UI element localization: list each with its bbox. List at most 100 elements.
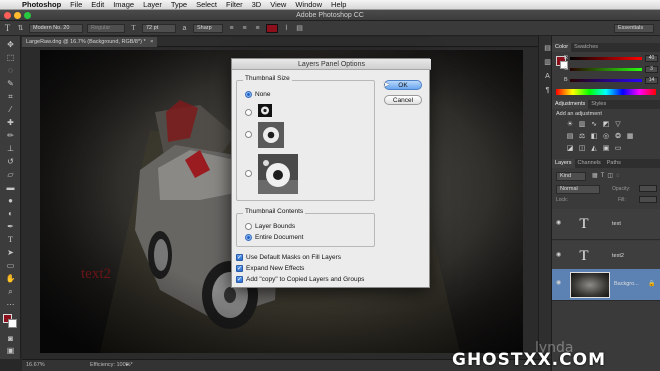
zoom-window-button[interactable] (24, 12, 31, 19)
tab-paths[interactable]: Paths (604, 159, 624, 168)
clone-stamp-tool-icon[interactable]: ⊥ (4, 144, 17, 154)
tab-styles[interactable]: Styles (588, 100, 609, 109)
curves-icon[interactable]: ∿ (590, 121, 598, 129)
antialias-select[interactable]: Sharp (193, 23, 223, 33)
align-center-icon[interactable]: ≡ (240, 24, 249, 33)
move-tool-icon[interactable]: ✥ (4, 40, 17, 50)
levels-icon[interactable]: ▥ (578, 121, 586, 129)
menu-select[interactable]: Select (196, 0, 217, 9)
selective-color-icon[interactable]: ▣ (602, 145, 610, 153)
eyedropper-tool-icon[interactable]: ⁄ (4, 105, 17, 115)
invert-icon[interactable]: ◪ (566, 145, 574, 153)
font-style-select[interactable]: Regular (87, 23, 125, 33)
crop-tool-icon[interactable]: ⌗ (4, 92, 17, 102)
align-right-icon[interactable]: ≡ (253, 24, 262, 33)
healing-brush-tool-icon[interactable]: ✚ (4, 118, 17, 128)
brush-tool-icon[interactable]: ✏ (4, 131, 17, 141)
type-tool-icon[interactable]: T (4, 235, 17, 245)
tab-color[interactable]: Color (552, 43, 572, 52)
visibility-eye-icon[interactable]: ◉ (556, 220, 563, 227)
color-spectrum-bar[interactable] (556, 89, 656, 95)
thumbnail-none-radio[interactable] (245, 91, 252, 98)
thumbnail-none-label[interactable]: None (255, 91, 271, 98)
shape-tool-icon[interactable]: ▭ (4, 261, 17, 271)
menu-image[interactable]: Image (113, 0, 134, 9)
history-brush-tool-icon[interactable]: ↺ (4, 157, 17, 167)
canvas-text-layer[interactable]: text2 (81, 266, 111, 283)
font-size-select[interactable]: 72 pt (142, 23, 176, 33)
layer-bounds-label[interactable]: Layer Bounds (255, 223, 295, 230)
thumbnail-large-radio[interactable] (245, 170, 252, 177)
brightness-contrast-icon[interactable]: ☀ (566, 121, 574, 129)
blue-value[interactable]: 14 (645, 77, 658, 84)
tab-swatches[interactable]: Swatches (571, 43, 601, 52)
channel-mixer-icon[interactable]: ❂ (614, 133, 622, 141)
eraser-tool-icon[interactable]: ▱ (4, 170, 17, 180)
cancel-button[interactable]: Cancel (384, 95, 422, 105)
menu-edit[interactable]: Edit (91, 0, 104, 9)
hue-saturation-icon[interactable]: ▤ (566, 133, 574, 141)
zoom-level[interactable]: 16.67% (26, 360, 45, 371)
layer-name[interactable]: text (612, 221, 621, 227)
add-copy-label[interactable]: Add "copy" to Copied Layers and Groups (246, 276, 364, 283)
use-default-masks-label[interactable]: Use Default Masks on Fill Layers (246, 254, 341, 261)
red-value[interactable]: 40 (645, 55, 658, 62)
dodge-tool-icon[interactable]: ◐ (4, 209, 17, 219)
color-balance-icon[interactable]: ⚖ (578, 133, 586, 141)
path-selection-tool-icon[interactable]: ➤ (4, 248, 17, 258)
visibility-eye-icon[interactable]: ◉ (556, 252, 563, 259)
close-tab-icon[interactable]: × (150, 39, 153, 45)
entire-document-radio[interactable] (245, 234, 252, 241)
visibility-eye-icon[interactable]: ◉ (556, 280, 563, 287)
tab-channels[interactable]: Channels (575, 159, 604, 168)
document-tab[interactable]: LargeRaw.dng @ 16.7% (Background, RGB/8*… (22, 37, 158, 47)
threshold-icon[interactable]: ◭ (590, 145, 598, 153)
expand-new-effects-label[interactable]: Expand New Effects (246, 265, 304, 272)
lasso-tool-icon[interactable]: ◌ (4, 66, 17, 76)
thumbnail-small-radio[interactable] (245, 109, 252, 116)
menu-file[interactable]: File (70, 0, 82, 9)
red-slider[interactable] (570, 57, 642, 60)
blue-slider[interactable] (570, 79, 642, 82)
fill-field[interactable] (639, 196, 657, 203)
opacity-field[interactable] (639, 185, 657, 192)
gradient-map-icon[interactable]: ▭ (614, 145, 622, 153)
menu-window[interactable]: Window (295, 0, 322, 9)
layer-filter-icons[interactable]: ▦T◫◌ (592, 172, 623, 179)
warp-text-icon[interactable]: ⌇ (282, 24, 291, 33)
posterize-icon[interactable]: ◫ (578, 145, 586, 153)
layer-row-text2[interactable]: ◉ T text2 (552, 241, 660, 272)
blend-mode-select[interactable]: Normal (556, 185, 600, 194)
pen-tool-icon[interactable]: ✒ (4, 222, 17, 232)
status-menu-arrow-icon[interactable]: ▸ (126, 360, 129, 371)
layer-row-text[interactable]: ◉ T text (552, 209, 660, 240)
marquee-tool-icon[interactable]: ⬚ (4, 53, 17, 63)
font-family-select[interactable]: Modern No. 20 (29, 23, 83, 33)
layer-row-background[interactable]: ◉ Backgro... 🔒 (552, 269, 660, 301)
more-tools-icon[interactable]: ⋯ (4, 300, 17, 310)
menu-type[interactable]: Type (171, 0, 187, 9)
entire-document-label[interactable]: Entire Document (255, 234, 303, 241)
zoom-tool-icon[interactable]: ⌕ (4, 287, 17, 297)
add-copy-checkbox[interactable]: ✓ (236, 276, 243, 283)
workspace-select[interactable]: Essentials (614, 23, 654, 33)
type-tool-preset-icon[interactable]: T (3, 23, 12, 33)
blur-tool-icon[interactable]: ● (4, 196, 17, 206)
menu-3d[interactable]: 3D (252, 0, 262, 9)
text-orientation-icon[interactable]: ⇅ (16, 24, 25, 33)
character-panel-icon[interactable]: ▤ (295, 24, 304, 33)
menu-layer[interactable]: Layer (143, 0, 162, 9)
quick-mask-icon[interactable]: ◙ (4, 334, 17, 344)
green-slider[interactable] (570, 68, 642, 71)
layer-name[interactable]: Backgro... (614, 281, 639, 287)
photo-filter-icon[interactable]: ◎ (602, 133, 610, 141)
text-color-swatch[interactable] (266, 23, 278, 33)
menu-help[interactable]: Help (331, 0, 346, 9)
layer-filter-select[interactable]: Kind (556, 172, 586, 181)
menu-filter[interactable]: Filter (226, 0, 243, 9)
thumbnail-medium-radio[interactable] (245, 131, 252, 138)
background-color-swatch[interactable] (8, 319, 17, 328)
green-value[interactable]: 3 (645, 66, 658, 73)
use-default-masks-checkbox[interactable]: ✓ (236, 254, 243, 261)
exposure-icon[interactable]: ◩ (602, 121, 610, 129)
